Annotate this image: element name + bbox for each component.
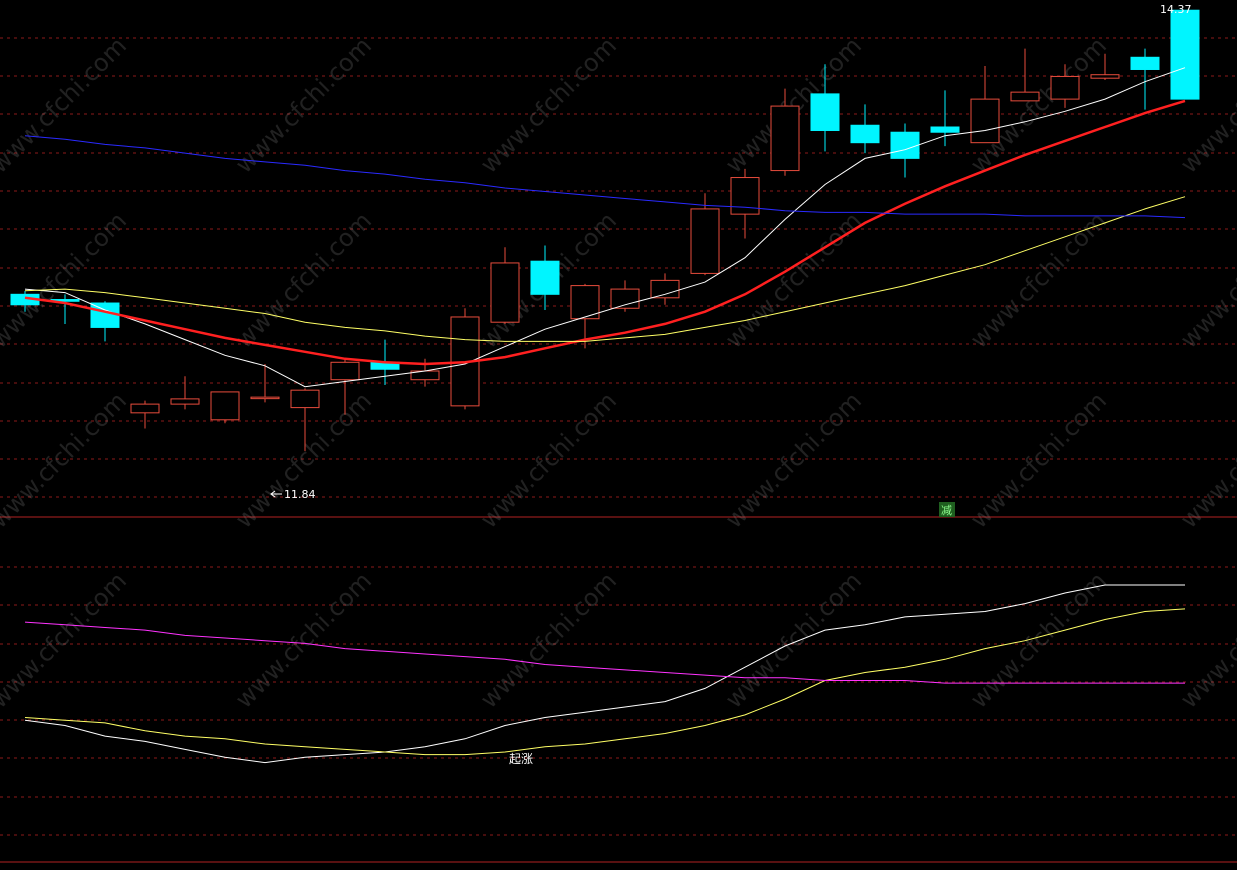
candle-down (1130, 56, 1160, 70)
candle-up (650, 279, 680, 299)
candle-down (530, 260, 560, 295)
candle-up (610, 288, 640, 309)
rise-signal-label: 起涨 (509, 751, 533, 766)
candle-up (170, 398, 200, 405)
low-price-label: 11.84 (284, 488, 316, 501)
candle-up (330, 361, 360, 381)
candle-up (1050, 75, 1080, 100)
candle-up (290, 389, 320, 409)
candle-down (850, 124, 880, 144)
candle-down (890, 131, 920, 159)
candle-up (730, 177, 760, 215)
candle-up (490, 262, 520, 323)
candle-up (770, 105, 800, 172)
candle-up (250, 396, 280, 400)
candle-down (930, 126, 960, 133)
candle-down (1170, 9, 1200, 100)
candle-up (210, 391, 240, 421)
candle-up (1010, 91, 1040, 102)
candle-up (1090, 74, 1120, 79)
candle-up (130, 403, 160, 414)
high-price-label: 14.37 (1160, 3, 1192, 16)
reduce-signal-label: 减 (941, 504, 952, 517)
candle-up (970, 98, 1000, 144)
stock-chart: www.cfchi.com www.cfchi.com www.cfchi.com w… (0, 0, 1237, 866)
candle-down (90, 302, 120, 328)
candle-up (690, 208, 720, 274)
chart-canvas: www.cfchi.com www.cfchi.com www.cfchi.com w… (0, 0, 1237, 866)
candle-down (810, 93, 840, 131)
